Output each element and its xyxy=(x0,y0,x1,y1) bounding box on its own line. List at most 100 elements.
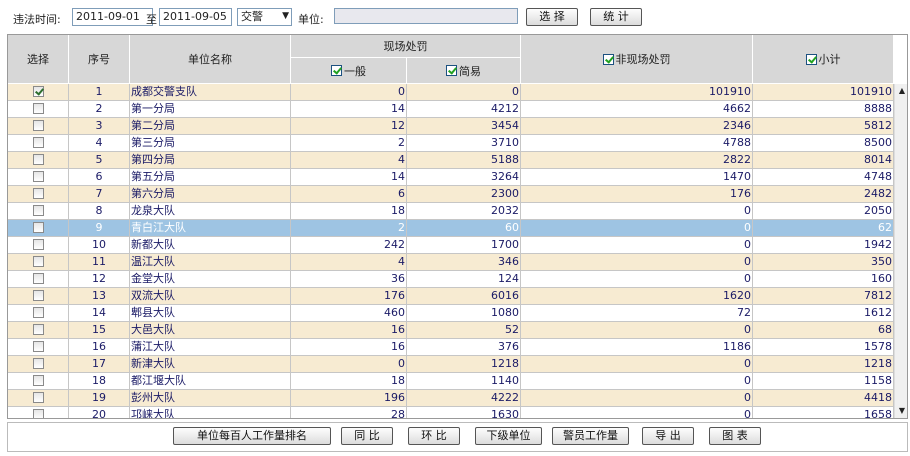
vertical-scrollbar[interactable]: ▲ ▼ xyxy=(894,84,907,418)
row-select-cell[interactable] xyxy=(8,305,69,322)
row-select-cell[interactable] xyxy=(8,118,69,135)
row-checkbox-icon[interactable] xyxy=(32,204,44,216)
table-row[interactable]: 9 青白江大队 2 60 0 62 xyxy=(8,220,894,237)
row-checkbox-icon[interactable] xyxy=(32,136,44,148)
chart-button[interactable]: 图 表 xyxy=(709,427,761,445)
table-row[interactable]: 10 新都大队 242 1700 0 1942 xyxy=(8,237,894,254)
table-row[interactable]: 17 新津大队 0 1218 0 1218 xyxy=(8,356,894,373)
row-checkbox-icon[interactable] xyxy=(32,221,44,233)
row-checkbox-icon[interactable] xyxy=(32,391,44,403)
row-select-cell[interactable] xyxy=(8,322,69,339)
table-row[interactable]: 4 第三分局 2 3710 4788 8500 xyxy=(8,135,894,152)
table-row[interactable]: 6 第五分局 14 3264 1470 4748 xyxy=(8,169,894,186)
row-checkbox-icon[interactable] xyxy=(32,340,44,352)
row-general: 14 xyxy=(291,101,407,118)
row-select-cell[interactable] xyxy=(8,339,69,356)
row-checkbox-icon[interactable] xyxy=(32,255,44,267)
row-checkbox-icon[interactable] xyxy=(32,187,44,199)
table-row[interactable]: 12 金堂大队 36 124 0 160 xyxy=(8,271,894,288)
row-select-cell[interactable] xyxy=(8,169,69,186)
export-button[interactable]: 导 出 xyxy=(642,427,694,445)
row-checkbox-icon[interactable] xyxy=(32,119,44,131)
row-no: 1 xyxy=(69,84,130,101)
table-row[interactable]: 7 第六分局 6 2300 176 2482 xyxy=(8,186,894,203)
table-row[interactable]: 15 大邑大队 16 52 0 68 xyxy=(8,322,894,339)
row-select-cell[interactable] xyxy=(8,101,69,118)
row-select-cell[interactable] xyxy=(8,407,69,418)
unit-input[interactable] xyxy=(334,8,518,24)
table-row[interactable]: 1 成都交警支队 0 0 101910 101910 xyxy=(8,84,894,101)
header-subtotal[interactable]: 小计 xyxy=(753,35,894,84)
row-select-cell[interactable] xyxy=(8,186,69,203)
scroll-down-icon[interactable]: ▼ xyxy=(895,404,907,418)
row-checkbox-icon[interactable] xyxy=(32,289,44,301)
header-simple[interactable]: 简易 xyxy=(407,58,521,84)
table-row[interactable]: 19 彭州大队 196 4222 0 4418 xyxy=(8,390,894,407)
row-select-cell[interactable] xyxy=(8,356,69,373)
row-general: 18 xyxy=(291,373,407,390)
rank-per-hundred-button[interactable]: 单位每百人工作量排名 xyxy=(173,427,331,445)
row-checkbox-icon[interactable] xyxy=(32,170,44,182)
table-row[interactable]: 5 第四分局 4 5188 2822 8014 xyxy=(8,152,894,169)
offsite-checkbox-icon[interactable] xyxy=(602,53,614,65)
scroll-up-icon[interactable]: ▲ xyxy=(895,84,907,98)
row-unit-name: 龙泉大队 xyxy=(130,203,291,220)
table-row[interactable]: 16 蒲江大队 16 376 1186 1578 xyxy=(8,339,894,356)
row-select-cell[interactable] xyxy=(8,152,69,169)
row-no: 11 xyxy=(69,254,130,271)
row-subtotal: 1218 xyxy=(753,356,894,373)
simple-checkbox-icon[interactable] xyxy=(446,65,457,76)
row-checkbox-icon[interactable] xyxy=(32,323,44,335)
row-select-cell[interactable] xyxy=(8,254,69,271)
row-subtotal: 101910 xyxy=(753,84,894,101)
subtotal-checkbox-icon[interactable] xyxy=(805,53,817,65)
row-select-cell[interactable] xyxy=(8,288,69,305)
row-checkbox-icon[interactable] xyxy=(32,85,44,97)
row-simple: 4222 xyxy=(407,390,521,407)
row-checkbox-icon[interactable] xyxy=(32,408,44,418)
table-row[interactable]: 13 双流大队 176 6016 1620 7812 xyxy=(8,288,894,305)
select-button[interactable]: 选 择 xyxy=(526,8,578,26)
row-checkbox-icon[interactable] xyxy=(32,272,44,284)
row-offsite: 0 xyxy=(521,220,753,237)
row-select-cell[interactable] xyxy=(8,237,69,254)
dept-select[interactable]: 交警 ▼ xyxy=(237,8,292,26)
general-checkbox-icon[interactable] xyxy=(331,65,342,76)
grid-header: 选择 序号 单位名称 现场处罚 一般 简易 非现场处罚 小计 xyxy=(8,35,894,84)
row-simple: 2032 xyxy=(407,203,521,220)
row-simple: 1080 xyxy=(407,305,521,322)
row-checkbox-icon[interactable] xyxy=(32,306,44,318)
header-offsite[interactable]: 非现场处罚 xyxy=(521,35,753,84)
table-row[interactable]: 20 邛崃大队 28 1630 0 1658 xyxy=(8,407,894,418)
table-row[interactable]: 14 郫县大队 460 1080 72 1612 xyxy=(8,305,894,322)
table-row[interactable]: 11 温江大队 4 346 0 350 xyxy=(8,254,894,271)
row-select-cell[interactable] xyxy=(8,390,69,407)
yoy-button[interactable]: 同 比 xyxy=(341,427,393,445)
row-checkbox-icon[interactable] xyxy=(32,374,44,386)
table-row[interactable]: 3 第二分局 12 3454 2346 5812 xyxy=(8,118,894,135)
row-checkbox-icon[interactable] xyxy=(32,238,44,250)
header-general[interactable]: 一般 xyxy=(291,58,407,84)
row-checkbox-icon[interactable] xyxy=(32,153,44,165)
row-checkbox-icon[interactable] xyxy=(32,102,44,114)
row-select-cell[interactable] xyxy=(8,373,69,390)
row-select-cell[interactable] xyxy=(8,271,69,288)
row-select-cell[interactable] xyxy=(8,135,69,152)
unit-label: 单位: xyxy=(298,13,324,26)
officer-workload-button[interactable]: 警员工作量 xyxy=(552,427,629,445)
row-select-cell[interactable] xyxy=(8,84,69,101)
row-subtotal: 2482 xyxy=(753,186,894,203)
row-simple: 376 xyxy=(407,339,521,356)
sub-unit-button[interactable]: 下级单位 xyxy=(475,427,542,445)
table-row[interactable]: 8 龙泉大队 18 2032 0 2050 xyxy=(8,203,894,220)
row-select-cell[interactable] xyxy=(8,220,69,237)
date-from-input[interactable]: 2011-09-01 xyxy=(72,8,153,26)
stats-button[interactable]: 统 计 xyxy=(590,8,642,26)
row-select-cell[interactable] xyxy=(8,203,69,220)
row-general: 176 xyxy=(291,288,407,305)
mom-button[interactable]: 环 比 xyxy=(408,427,460,445)
row-checkbox-icon[interactable] xyxy=(32,357,44,369)
table-row[interactable]: 2 第一分局 14 4212 4662 8888 xyxy=(8,101,894,118)
table-row[interactable]: 18 都江堰大队 18 1140 0 1158 xyxy=(8,373,894,390)
date-to-input[interactable]: 2011-09-05 xyxy=(159,8,232,26)
